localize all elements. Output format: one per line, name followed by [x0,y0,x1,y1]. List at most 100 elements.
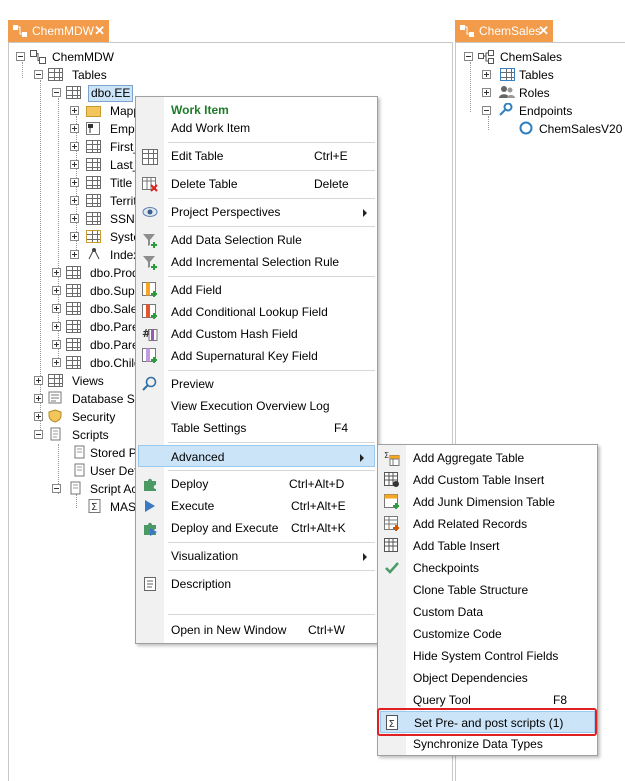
menu-item-project-perspectives[interactable]: Project Perspectives [136,201,377,223]
model-icon [478,50,494,64]
tab-chemmdw[interactable]: ChemMDW ✕ [8,20,109,42]
table-icon [66,338,81,351]
model-icon [13,25,27,37]
menu-item-view-execution-overview-log[interactable]: View Execution Overview Log [136,395,377,417]
supernatural-key-icon [142,348,157,363]
table-icon [66,86,81,99]
tab-chemsales[interactable]: ChemSales ✕ [455,20,553,42]
menu-item-add-conditional-lookup-field[interactable]: Add Conditional Lookup Field [136,301,377,323]
tree-label: dbo.Child [90,356,141,370]
menu-item-delete-table[interactable]: Delete Table Delete [136,173,377,195]
field-icon [86,158,101,171]
close-icon[interactable]: ✕ [538,20,549,42]
script-icon [74,445,85,459]
model-icon [30,50,46,64]
menu-item-edit-table[interactable]: Edit Table Ctrl+E [136,145,377,167]
field-icon [86,176,101,189]
script-icon [70,481,81,495]
menu-item-add-custom-hash-field[interactable]: # Add Custom Hash Field [136,323,377,345]
aggregate-table-icon: Σ [384,451,400,466]
schema-icon [48,391,62,404]
table-icon [66,320,81,333]
menu-item-table-settings[interactable]: Table Settings F4 [136,417,377,439]
play-icon [145,500,155,512]
svg-text:Σ: Σ [384,451,389,460]
field-icon [86,212,101,225]
close-icon[interactable]: ✕ [94,20,105,42]
custom-insert-icon [384,472,399,487]
menu-item-add-work-item[interactable]: Add Work Item [136,117,377,139]
table-icon [500,68,515,81]
submenu-arrow-icon [360,454,364,462]
left-panel-border-top [8,42,453,43]
submenu-item-add-junk-dimension-table[interactable]: Add Junk Dimension Table [378,491,597,513]
field-icon [86,140,101,153]
tree-label: ChemSalesV20 [539,122,623,136]
junk-dimension-icon [384,494,399,509]
edit-table-icon [142,149,158,165]
submenu-item-hide-system-control-fields[interactable]: Hide System Control Fields [378,645,597,667]
menu-item-description[interactable]: Description [136,573,377,595]
table-icon [66,356,81,369]
submenu-item-add-related-records[interactable]: Add Related Records [378,513,597,535]
submenu-item-object-dependencies[interactable]: Object Dependencies [378,667,597,689]
model-icon [460,25,474,37]
submenu-item-synchronize-data-types[interactable]: Synchronize Data Types [378,733,597,755]
submenu-item-clone-table-structure[interactable]: Clone Table Structure [378,579,597,601]
tree-label: Views [72,374,104,388]
view-icon [48,374,63,387]
submenu-item-add-table-insert[interactable]: Add Table Insert [378,535,597,557]
tree-label: User Defi [90,464,141,478]
submenu-item-add-custom-table-insert[interactable]: Add Custom Table Insert [378,469,597,491]
key-field-icon [86,122,100,135]
menu-item-deploy[interactable]: Deploy Ctrl+Alt+D [136,473,377,495]
tab-label: ChemMDW [32,24,94,38]
menu-item-execute[interactable]: Execute Ctrl+Alt+E [136,495,377,517]
endpoint-icon [499,103,513,116]
menu-item-add-supernatural-key-field[interactable]: Add Supernatural Key Field [136,345,377,367]
tree-label-selected: dbo.EE [88,85,134,102]
tree-label: Tables [519,68,554,82]
document-icon [144,577,156,591]
submenu-item-add-aggregate-table[interactable]: Σ Add Aggregate Table [378,447,597,469]
tree-label: Endpoints [519,104,573,118]
menu-item-add-incremental-selection-rule[interactable]: Add Incremental Selection Rule [136,251,377,273]
tab-label: ChemSales [479,24,542,38]
menu-item-preview[interactable]: Preview [136,373,377,395]
tree-label: Territ [110,194,137,208]
table-icon [66,302,81,315]
field-icon [86,194,101,207]
submenu-item-custom-data[interactable]: Custom Data [378,601,597,623]
context-menu: Work Item Add Work Item Edit Table Ctrl+… [135,96,378,644]
tree-label: Roles [519,86,550,100]
table-icon [48,68,63,81]
magnifier-icon [142,376,157,391]
table-icon [66,266,81,279]
menu-item-visualization[interactable]: Visualization [136,545,377,567]
tree-label: Security [72,410,116,424]
tree-label: ChemSales [500,50,563,64]
table-insert-icon [384,538,398,552]
table-icon [66,284,81,297]
menu-item-add-data-selection-rule[interactable]: Add Data Selection Rule [136,229,377,251]
menu-item-add-field[interactable]: Add Field [136,279,377,301]
menu-item-open-in-new-window[interactable]: Open in New Window Ctrl+W [136,619,377,641]
add-lookup-field-icon [142,304,157,319]
svg-text:Σ: Σ [91,502,97,513]
folder-icon [86,106,101,117]
menu-item-advanced[interactable]: Advanced [138,445,375,467]
index-icon [88,247,100,260]
submenu-item-customize-code[interactable]: Customize Code [378,623,597,645]
users-icon [499,86,515,98]
script-icon [50,427,61,441]
submenu-arrow-icon [363,553,367,561]
script-icon [74,463,85,477]
tree-label: SSN [110,212,135,226]
tree-label: Script Act [90,482,141,496]
add-field-icon [142,282,157,297]
menu-item-deploy-and-execute[interactable]: Deploy and Execute Ctrl+Alt+K [136,517,377,539]
checkmark-icon [385,562,399,574]
submenu-item-checkpoints[interactable]: Checkpoints [378,557,597,579]
tree-label: ChemMDW [52,50,114,64]
right-panel-border-top [455,42,625,43]
